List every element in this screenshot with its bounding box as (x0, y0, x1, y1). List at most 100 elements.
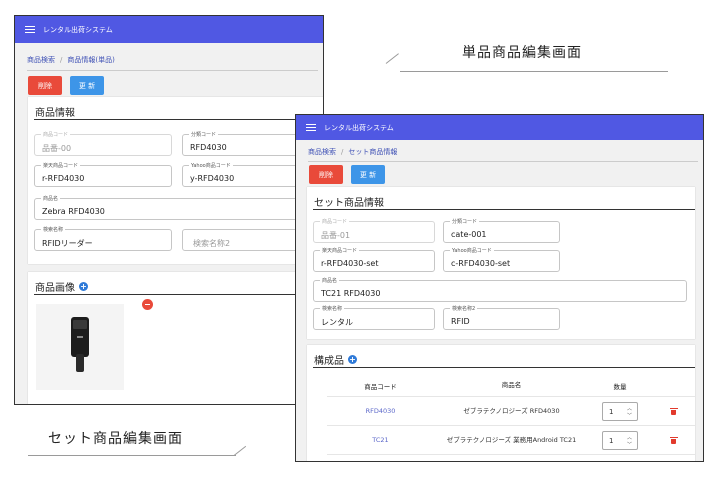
breadcrumb-item-search[interactable]: 商品検索 (27, 55, 55, 65)
app-title: レンタル出荷システム (324, 123, 394, 132)
device-screen (73, 320, 87, 329)
field-label: 商品コード (320, 218, 350, 225)
menu-icon[interactable] (306, 123, 316, 132)
product-name-field[interactable]: 商品名 Zebra RFD4030 (34, 195, 323, 220)
field-value: RFD4030 (190, 143, 227, 152)
image-card-title: 商品画像 (35, 283, 75, 294)
caption-single-underline (400, 71, 668, 72)
set-info-card: セット商品情報 商品コード 品番-01 分類コード cate-001 楽天商品コ… (307, 187, 695, 339)
card-title: セット商品情報 (314, 198, 384, 209)
breadcrumb-item-current[interactable]: セット商品情報 (348, 147, 397, 157)
header-code: 商品コード (364, 382, 397, 391)
field-label: 分類コード (450, 218, 480, 225)
product-code-field: 商品コード 品番-00 (34, 131, 172, 156)
caption-single-slash (385, 53, 399, 64)
chevron-up-icon[interactable]: ︿ (627, 405, 632, 412)
quantity-value: 1 (609, 436, 614, 445)
trash-icon[interactable] (669, 436, 678, 444)
chevron-down-icon[interactable]: ﹀ (627, 441, 632, 448)
quantity-stepper[interactable]: 1 ︿ ﹀ (602, 401, 638, 421)
add-image-icon[interactable]: + (79, 282, 88, 291)
app-bar: レンタル出荷システム (296, 115, 703, 140)
quantity-stepper[interactable]: 1 ︿ ﹀ (602, 430, 638, 450)
add-component-icon[interactable]: + (348, 355, 357, 364)
field-value: c-RFD4030-set (451, 259, 511, 268)
delete-button[interactable]: 削除 (309, 165, 343, 184)
update-button[interactable]: 更 新 (351, 165, 385, 184)
card-title-rule (313, 367, 695, 368)
field-value: TC21 RFD4030 (321, 289, 381, 298)
product-name-field[interactable]: 商品名 TC21 RFD4030 (313, 277, 687, 302)
trash-icon[interactable] (669, 407, 678, 415)
field-value: 品番-00 (42, 144, 72, 153)
category-code-field[interactable]: 分類コード cate-001 (443, 218, 560, 243)
breadcrumb-item-search[interactable]: 商品検索 (308, 147, 336, 157)
chevron-up-icon[interactable]: ︿ (627, 434, 632, 441)
field-label: 楽天商品コード (41, 162, 81, 169)
card-title: 構成品 + (307, 345, 695, 367)
table-row: RFD4030 ゼブラテクノロジーズ RFD4030 1 ︿ ﹀ (327, 397, 696, 426)
components-table: 商品コード 商品名 数量 RFD4030 ゼブラテクノロジーズ RFD4030 … (327, 375, 696, 455)
delete-button[interactable]: 削除 (28, 76, 62, 95)
field-value: y-RFD4030 (190, 174, 235, 183)
breadcrumb: 商品検索 / 商品情報(単品) (15, 50, 323, 70)
caption-set-edit: セット商品編集画面 (48, 431, 183, 447)
component-name: ゼブラテクノロジーズ 業務用Android TC21 (446, 435, 577, 444)
caption-set-underline (28, 455, 236, 456)
components-card: 構成品 + 商品コード 商品名 数量 RFD4030 ゼブラテクノロジーズ RF… (307, 345, 696, 461)
action-buttons: 削除 更 新 (296, 162, 703, 184)
field-label: 楽天商品コード (320, 247, 360, 254)
single-product-window: レンタル出荷システム 商品検索 / 商品情報(単品) 削除 更 新 商品情報 商… (14, 15, 324, 405)
quantity-value: 1 (609, 407, 614, 416)
product-code-field: 商品コード 品番-01 (313, 218, 435, 243)
update-button[interactable]: 更 新 (70, 76, 104, 95)
header-qty: 数量 (613, 382, 627, 391)
table-row: TC21 ゼブラテクノロジーズ 業務用Android TC21 1 ︿ ﹀ (327, 426, 696, 455)
field-label: 商品名 (41, 195, 61, 202)
field-value: cate-001 (451, 230, 487, 239)
caption-set-slash (233, 445, 247, 456)
field-value: r-RFD4030 (42, 174, 85, 183)
field-label: Yahoo商品コード (450, 247, 494, 254)
field-value: Zebra RFD4030 (42, 207, 105, 216)
field-value: RFIDリーダー (42, 239, 93, 248)
field-value: r-RFD4030-set (321, 259, 379, 268)
field-value: RFID (451, 317, 470, 326)
search-name-field[interactable]: 検索名称 RFIDリーダー (34, 226, 172, 251)
field-placeholder: 検索名称2 (193, 239, 231, 248)
product-image[interactable] (36, 304, 124, 390)
chevron-down-icon[interactable]: ﹀ (627, 412, 632, 419)
menu-icon[interactable] (25, 25, 35, 34)
product-info-card: 商品情報 商品コード 品番-00 分類コード RFD4030 楽天商品コード r… (28, 97, 323, 264)
remove-image-icon[interactable] (142, 299, 153, 310)
table-header: 商品コード 商品名 数量 (327, 375, 696, 397)
component-code-link[interactable]: TC21 (327, 436, 434, 444)
breadcrumb-separator: / (60, 56, 63, 64)
yahoo-code-field[interactable]: Yahoo商品コード c-RFD4030-set (443, 247, 560, 272)
field-label: 検索名称 (41, 226, 66, 233)
caption-single-edit: 単品商品編集画面 (462, 45, 582, 61)
search-name-field[interactable]: 検索名称 レンタル (313, 305, 435, 330)
rakuten-code-field[interactable]: 楽天商品コード r-RFD4030-set (313, 247, 435, 272)
field-label: 商品名 (320, 277, 340, 284)
field-label: 分類コード (189, 131, 219, 138)
actions-cell (651, 407, 696, 415)
set-product-window: レンタル出荷システム 商品検索 / セット商品情報 削除 更 新 セット商品情報… (295, 114, 704, 462)
app-title: レンタル出荷システム (43, 25, 113, 34)
breadcrumb-item-current[interactable]: 商品情報(単品) (67, 55, 114, 65)
field-label: Yahoo商品コード (189, 162, 233, 169)
card-title-rule (34, 119, 323, 120)
field-value: 品番-01 (321, 231, 351, 240)
breadcrumb-separator: / (341, 148, 344, 156)
component-code-link[interactable]: RFD4030 (327, 407, 434, 415)
rakuten-code-field[interactable]: 楽天商品コード r-RFD4030 (34, 162, 172, 187)
device-handle (76, 354, 84, 372)
stage: 単品商品編集画面 セット商品編集画面 レンタル出荷システム 商品検索 / 商品情… (0, 0, 715, 479)
card-title-rule (34, 294, 323, 295)
search-name2-field[interactable]: 検索名称2 RFID (443, 305, 560, 330)
card-title: 商品情報 (35, 108, 75, 119)
field-value: レンタル (321, 318, 353, 327)
card-title-rule (313, 209, 695, 210)
field-label: 検索名称2 (450, 305, 478, 312)
field-label: 商品コード (41, 131, 71, 138)
